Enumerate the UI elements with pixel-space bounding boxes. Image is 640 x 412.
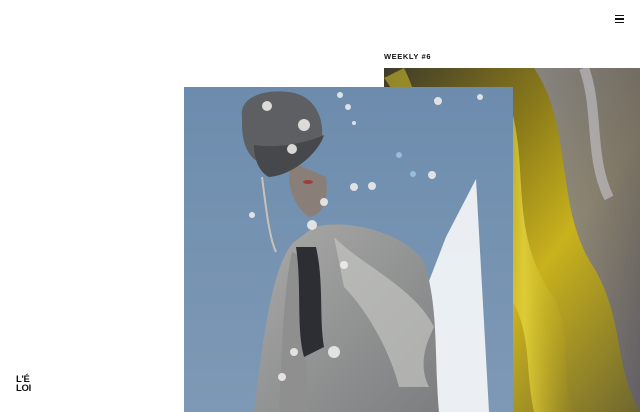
hamburger-menu-icon [615, 14, 624, 17]
fashion-photo[interactable] [184, 87, 513, 412]
logo-line2: LOI [16, 383, 31, 394]
feature-label[interactable]: WEEKLY #6 [384, 52, 431, 61]
brand-logo[interactable]: L'É LOI [16, 375, 31, 394]
menu-button[interactable] [612, 13, 626, 25]
